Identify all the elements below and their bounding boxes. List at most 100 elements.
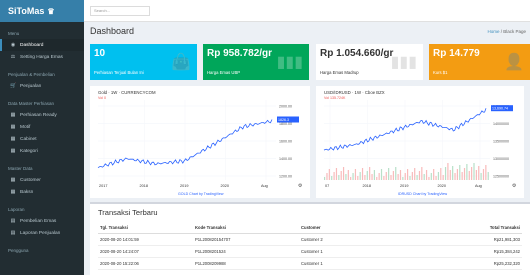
volume-bar	[333, 172, 335, 180]
report-icon: ▤	[10, 218, 16, 224]
x-tick-label: 2018	[363, 184, 371, 188]
sidebar-item-laporan-penjualan[interactable]: ▤ Laporan Penjualan	[0, 227, 84, 239]
volume-bar	[338, 175, 340, 180]
scale-icon: ⚖	[10, 54, 16, 60]
settings-icon[interactable]: ⚙	[512, 183, 517, 189]
x-tick-label: Aug	[261, 184, 268, 188]
user-icon: 👤	[504, 54, 524, 71]
volume-bar	[468, 171, 470, 180]
stat-box-madrup-price[interactable]: Rp 1.054.660/gr Harga Emas Madrup ▮▮▮	[316, 44, 423, 80]
sidebar-item-cabinet[interactable]: ▦ Cabinet	[0, 133, 84, 145]
gold-chart[interactable]: Gold · 1W · CURRENCYCOMVol 0 2000.00 1800.…	[90, 86, 310, 198]
volume-bar	[480, 173, 482, 180]
menu-section-header: Menu	[8, 31, 20, 36]
table-row[interactable]: 2020-08-20 14:24:07 P1L2008201524 Custom…	[98, 245, 522, 258]
bag-icon: 👜	[171, 54, 191, 71]
sidebar-item-label: Setting Harga Emas	[20, 54, 63, 60]
y-tick-label: 1200.00	[279, 175, 292, 179]
price-tag-label: 13,690.74	[492, 107, 508, 111]
y-tick-label: 2000.00	[279, 105, 292, 109]
volume-bar	[449, 170, 451, 180]
cell-customer: Customer 1	[299, 257, 449, 270]
cell-date: 2020-08-20 15:22:06	[98, 257, 193, 270]
volume-bar	[409, 176, 411, 180]
volume-bar	[440, 168, 442, 180]
y-tick-label: 1400.00	[279, 157, 292, 161]
breadcrumb-current: Black Page	[503, 29, 526, 34]
stat-label: Harga Emas UBP	[207, 70, 241, 75]
cell-total: Rp25,232,320	[449, 257, 522, 270]
sidebar-item-kategori[interactable]: ▦ Kategori	[0, 145, 84, 157]
breadcrumb-home[interactable]: Home	[487, 29, 499, 34]
col-customer[interactable]: Customer	[299, 222, 449, 234]
col-total[interactable]: Total Transaksi	[449, 222, 522, 234]
sidebar-item-perhiasan-ready[interactable]: ▦ Perhiasan Ready	[0, 109, 84, 121]
cell-date: 2020-08-20 14:01:59	[98, 233, 193, 246]
sidebar-item-dashboard[interactable]: ◉ Dashboard	[0, 39, 84, 51]
chart-footer[interactable]: GOLD Chart by TradingView	[178, 192, 224, 196]
table-row[interactable]: 2020-08-20 15:22:06 P1L2008209988 Custom…	[98, 257, 522, 270]
volume-bar	[471, 167, 473, 180]
volume-bar	[350, 177, 352, 180]
volume-bar	[385, 172, 387, 180]
sidebar-item-penjualan[interactable]: 🛒 Penjualan	[0, 80, 84, 92]
price-tag-label: 1826.3	[278, 118, 289, 122]
sidebar-item-customer[interactable]: ▦ Customer	[0, 174, 84, 186]
sidebar-item-label: Pembelian Emas	[20, 218, 57, 224]
sidebar-item-motif[interactable]: ▦ Motif	[0, 121, 84, 133]
x-tick-label: 2018	[140, 184, 148, 188]
volume-bar	[326, 173, 328, 180]
volume-bar	[454, 173, 456, 180]
chart-symbol: Gold · 1W · CURRENCYCOM	[98, 90, 156, 95]
volume-bar	[482, 169, 485, 180]
sidebar: SiToMas ♛ Menu ◉ Dashboard ⚖ Setting Harga E…	[0, 0, 84, 275]
volume-bar	[357, 176, 359, 180]
volume-bar	[475, 170, 477, 180]
idr-chart-panel[interactable]: USD/IDRUSD · 1W · Cboe BZX Vol 135.724K 14…	[316, 86, 524, 198]
chart-subtitle: Vol 0	[98, 96, 106, 100]
main-content: Dashboard Home / Black Page 10 Perhiasan…	[84, 22, 530, 275]
volume-bar	[371, 174, 373, 180]
table-row[interactable]: 2020-08-20 14:01:59 P1L200820154707 Cust…	[98, 233, 522, 246]
menu-section-header: Pengguna	[8, 248, 29, 253]
table-icon: ▦	[10, 112, 16, 118]
volume-bar	[478, 166, 480, 180]
volume-bar	[388, 168, 390, 180]
idr-chart[interactable]: USD/IDRUSD · 1W · Cboe BZXVol 135.724K 14…	[316, 86, 524, 198]
sidebar-item-pembelian-emas[interactable]: ▤ Pembelian Emas	[0, 215, 84, 227]
chart-subtitle: Vol 135.724K	[324, 96, 346, 100]
volume-bar	[359, 172, 361, 180]
stat-box-sold[interactable]: 10 Perhiasan Terjual Bulan Ini 👜	[90, 44, 197, 80]
settings-icon[interactable]: ⚙	[298, 183, 303, 189]
volume-bar	[364, 175, 366, 180]
volume-bar	[411, 172, 413, 180]
sidebar-item-baksn[interactable]: ▦ Baksn	[0, 186, 84, 198]
chart-footer[interactable]: IDRUSD Chart by TradingView	[398, 192, 447, 196]
stat-box-exchange-rate[interactable]: Rp 14.779 Kurs $1 👤	[429, 44, 530, 80]
y-tick-label: 13500000	[493, 140, 509, 144]
volume-bar	[335, 168, 338, 180]
table-icon: ▦	[10, 189, 16, 195]
cell-code: P1L200820154707	[193, 233, 299, 246]
search-input[interactable]: Search...	[90, 6, 150, 16]
volume-bar	[352, 173, 354, 180]
col-code[interactable]: Kode Transaksi	[193, 222, 299, 234]
sidebar-item-label: Customer	[20, 177, 41, 183]
volume-bar	[433, 169, 435, 180]
cell-customer: Customer 1	[299, 245, 449, 258]
bar-chart-icon: ▮▮▮	[276, 54, 303, 71]
gold-chart-panel[interactable]: Gold · 1W · CURRENCYCOM Vol 0 2000.00 1800.…	[90, 86, 310, 198]
sidebar-item-setting-harga-emas[interactable]: ⚖ Setting Harga Emas	[0, 51, 84, 63]
y-tick-label: 14000000	[493, 122, 509, 126]
stat-box-ubp-price[interactable]: Rp 958.782/gr Harga Emas UBP ▮▮▮	[203, 44, 309, 80]
stat-value: Rp 958.782/gr	[207, 48, 273, 59]
volume-bar	[428, 177, 430, 180]
brand[interactable]: SiToMas ♛	[0, 0, 84, 22]
col-date[interactable]: Tgl. Transaksi	[98, 222, 193, 234]
cell-total: Rp15,384,242	[449, 245, 522, 258]
volume-bar	[395, 167, 397, 180]
table-icon: ▦	[10, 148, 16, 154]
crown-icon: ♛	[47, 6, 55, 16]
sidebar-item-label: Baksn	[20, 189, 34, 195]
menu-section-header: Data Master Perhiasan	[8, 101, 55, 106]
